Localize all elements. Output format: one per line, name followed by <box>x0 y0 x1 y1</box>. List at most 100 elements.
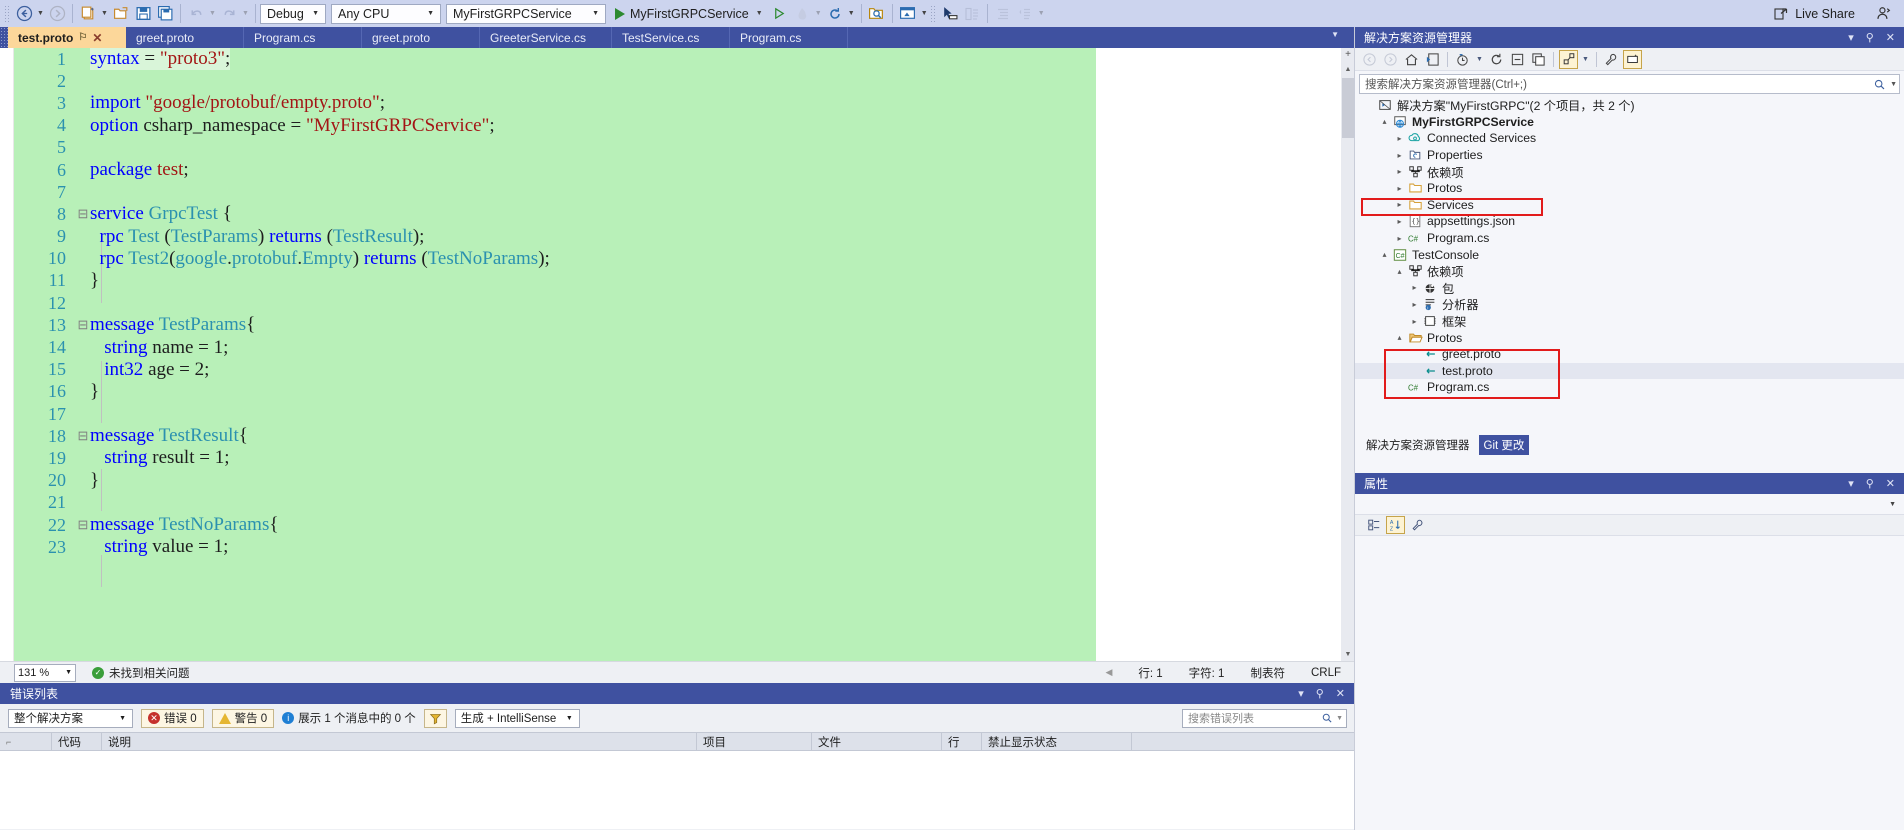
solution-configuration-dropdown[interactable]: Debug ▼ <box>260 3 326 24</box>
se-view-class-view-icon[interactable] <box>1559 49 1578 69</box>
pin-icon[interactable]: ⚲ <box>1866 31 1874 44</box>
scroll-down-icon[interactable]: ▼ <box>1341 647 1355 661</box>
expand-collapse-icon-closed[interactable]: ▸ <box>1393 151 1406 160</box>
code-line[interactable]: 18 ⊟ message TestResult{ <box>14 425 1341 447</box>
collapse-region-icon[interactable]: ⊟ <box>76 317 90 333</box>
code-line[interactable]: 13 ⊟ message TestParams{ <box>14 314 1341 336</box>
collapse-region-icon[interactable]: ⊟ <box>76 517 90 533</box>
solution-tree-item[interactable]: C# Program.cs <box>1355 379 1904 396</box>
search-solution-icon[interactable] <box>866 3 888 25</box>
tab-solution-explorer[interactable]: 解决方案资源管理器 <box>1361 435 1475 455</box>
panel-menu-icon[interactable]: ▾ <box>1848 477 1854 490</box>
tab-overflow-icon[interactable]: ▼ <box>1331 30 1339 39</box>
code-line[interactable]: 21 <box>14 492 1341 514</box>
build-filter-dropdown[interactable]: 生成 + IntelliSense ▼ <box>454 708 580 728</box>
expand-collapse-icon-closed[interactable]: ▸ <box>1393 184 1406 193</box>
se-pending-changes-icon[interactable] <box>1453 50 1472 69</box>
tab-strip-grip[interactable] <box>0 27 8 48</box>
expand-collapse-icon-closed[interactable]: ▸ <box>1393 167 1406 176</box>
scroll-up-icon[interactable]: ▲ <box>1341 62 1355 76</box>
start-without-debugging-icon[interactable] <box>769 3 791 25</box>
solution-tree-item[interactable]: ▸ Properties <box>1355 147 1904 164</box>
scrollbar-thumb[interactable] <box>1342 78 1354 138</box>
code-line[interactable]: 9 rpc Test (TestParams) returns (TestRes… <box>14 226 1341 248</box>
editor-tab[interactable]: GreeterService.cs <box>480 27 612 48</box>
error-severity-column[interactable]: ⌐ <box>0 732 52 751</box>
start-debugging-button[interactable]: MyFirstGRPCService ▼ <box>611 3 769 25</box>
chevron-down-icon[interactable]: ▼ <box>1886 81 1897 88</box>
redo-dropdown-icon[interactable]: ▼ <box>240 10 251 17</box>
scrollbar-expand-icon[interactable]: + <box>1341 48 1355 62</box>
warnings-filter-button[interactable]: 警告 0 <box>211 708 275 728</box>
editor-tab[interactable]: TestService.cs <box>612 27 730 48</box>
live-share-button[interactable]: Live Share <box>1773 5 1904 22</box>
close-icon[interactable]: ✕ <box>1886 31 1895 44</box>
code-line[interactable]: 23 string value = 1; <box>14 536 1341 558</box>
filter-toggle-button[interactable] <box>423 708 447 728</box>
error-description-column[interactable]: 说明 <box>102 732 697 751</box>
close-tab-icon[interactable]: ✕ <box>92 31 102 45</box>
error-project-column[interactable]: 项目 <box>697 732 812 751</box>
solution-tree-item[interactable]: ▸ i 分析器 <box>1355 296 1904 313</box>
code-line[interactable]: 6 package test; <box>14 159 1341 181</box>
expand-collapse-icon-closed[interactable]: ▸ <box>1408 300 1421 309</box>
editor-tab[interactable]: Program.cs <box>244 27 362 48</box>
expand-collapse-icon-closed[interactable]: ▸ <box>1393 200 1406 209</box>
properties-grid[interactable] <box>1355 536 1904 828</box>
redo-icon[interactable] <box>218 3 240 25</box>
expand-collapse-icon-closed[interactable]: ▸ <box>1408 283 1421 292</box>
save-all-icon[interactable] <box>154 3 176 25</box>
editor-tab[interactable]: Program.cs <box>730 27 848 48</box>
code-line[interactable]: 22 ⊟ message TestNoParams{ <box>14 514 1341 536</box>
editor-tab[interactable]: test.proto ⚐ ✕ <box>8 27 126 48</box>
code-line[interactable]: 10 rpc Test2(google.protobuf.Empty) retu… <box>14 248 1341 270</box>
collapse-region-icon[interactable]: ⊟ <box>76 206 90 222</box>
code-line[interactable]: 8 ⊟ service GrpcTest { <box>14 203 1341 225</box>
navigate-back-dropdown-icon[interactable]: ▼ <box>35 10 46 17</box>
code-line[interactable]: 1 syntax = "proto3"; <box>14 48 1341 71</box>
solution-tree-item[interactable]: 解决方案"MyFirstGRPC"(2 个项目，共 2 个) <box>1355 97 1904 114</box>
error-line-column[interactable]: 行 <box>942 732 982 751</box>
se-preview-selected-items-icon[interactable] <box>1623 49 1642 69</box>
startup-project-dropdown[interactable]: MyFirstGRPCService ▼ <box>446 3 606 24</box>
panel-menu-icon[interactable]: ▾ <box>1848 31 1854 44</box>
panel-divider[interactable] <box>1354 27 1355 830</box>
code-line[interactable]: 2 <box>14 70 1341 92</box>
pin-tab-icon[interactable]: ⚐ <box>78 32 87 43</box>
expand-collapse-icon-open[interactable]: ▴ <box>1378 117 1391 126</box>
refresh-dropdown-icon[interactable]: ▼ <box>846 10 857 17</box>
solution-tree-item[interactable]: ▴ MyFirstGRPCService <box>1355 114 1904 131</box>
se-back-icon[interactable] <box>1360 50 1379 69</box>
hot-reload-icon[interactable] <box>791 3 813 25</box>
open-file-icon[interactable] <box>110 3 132 25</box>
navigate-back-icon[interactable] <box>13 3 35 25</box>
code-line[interactable]: 3 import "google/protobuf/empty.proto"; <box>14 92 1341 114</box>
solution-tree-item[interactable]: ▴ Protos <box>1355 329 1904 346</box>
expand-collapse-icon-closed[interactable]: ▸ <box>1408 317 1421 326</box>
error-scope-dropdown[interactable]: 整个解决方案 ▼ <box>8 708 133 728</box>
se-view-dropdown-icon[interactable]: ▼ <box>1580 50 1591 69</box>
editor-vertical-scrollbar[interactable]: ▲ ▼ <box>1341 62 1355 661</box>
solution-tree-item[interactable]: ▸ Services <box>1355 197 1904 214</box>
se-forward-icon[interactable] <box>1381 50 1400 69</box>
solution-tree-item[interactable]: ▸ 依赖项 <box>1355 163 1904 180</box>
code-line[interactable]: 14 string name = 1; <box>14 336 1341 358</box>
messages-filter-button[interactable]: i 展示 1 个消息中的 0 个 <box>282 710 416 726</box>
start-debugging-dropdown-icon[interactable]: ▼ <box>754 10 765 17</box>
error-code-column[interactable]: 代码 <box>52 732 102 751</box>
toggle-layout-icon[interactable] <box>961 3 983 25</box>
se-show-all-files-icon[interactable] <box>1529 50 1548 69</box>
panel-menu-icon[interactable]: ▾ <box>1298 687 1304 700</box>
code-line[interactable]: 20} <box>14 470 1341 492</box>
chevron-down-icon[interactable]: ▼ <box>1333 715 1343 722</box>
se-pending-dropdown-icon[interactable]: ▼ <box>1474 50 1485 69</box>
save-icon[interactable] <box>132 3 154 25</box>
live-preview-dropdown-icon[interactable]: ▼ <box>919 10 930 17</box>
properties-page-icon[interactable] <box>1408 516 1427 534</box>
undo-icon[interactable] <box>185 3 207 25</box>
navigate-forward-icon[interactable] <box>46 3 68 25</box>
solution-tree-item[interactable]: greet.proto <box>1355 346 1904 363</box>
pin-icon[interactable]: ⚲ <box>1316 687 1324 700</box>
solution-tree-item[interactable]: test.proto <box>1355 362 1904 380</box>
code-line[interactable]: 12 <box>14 292 1341 314</box>
